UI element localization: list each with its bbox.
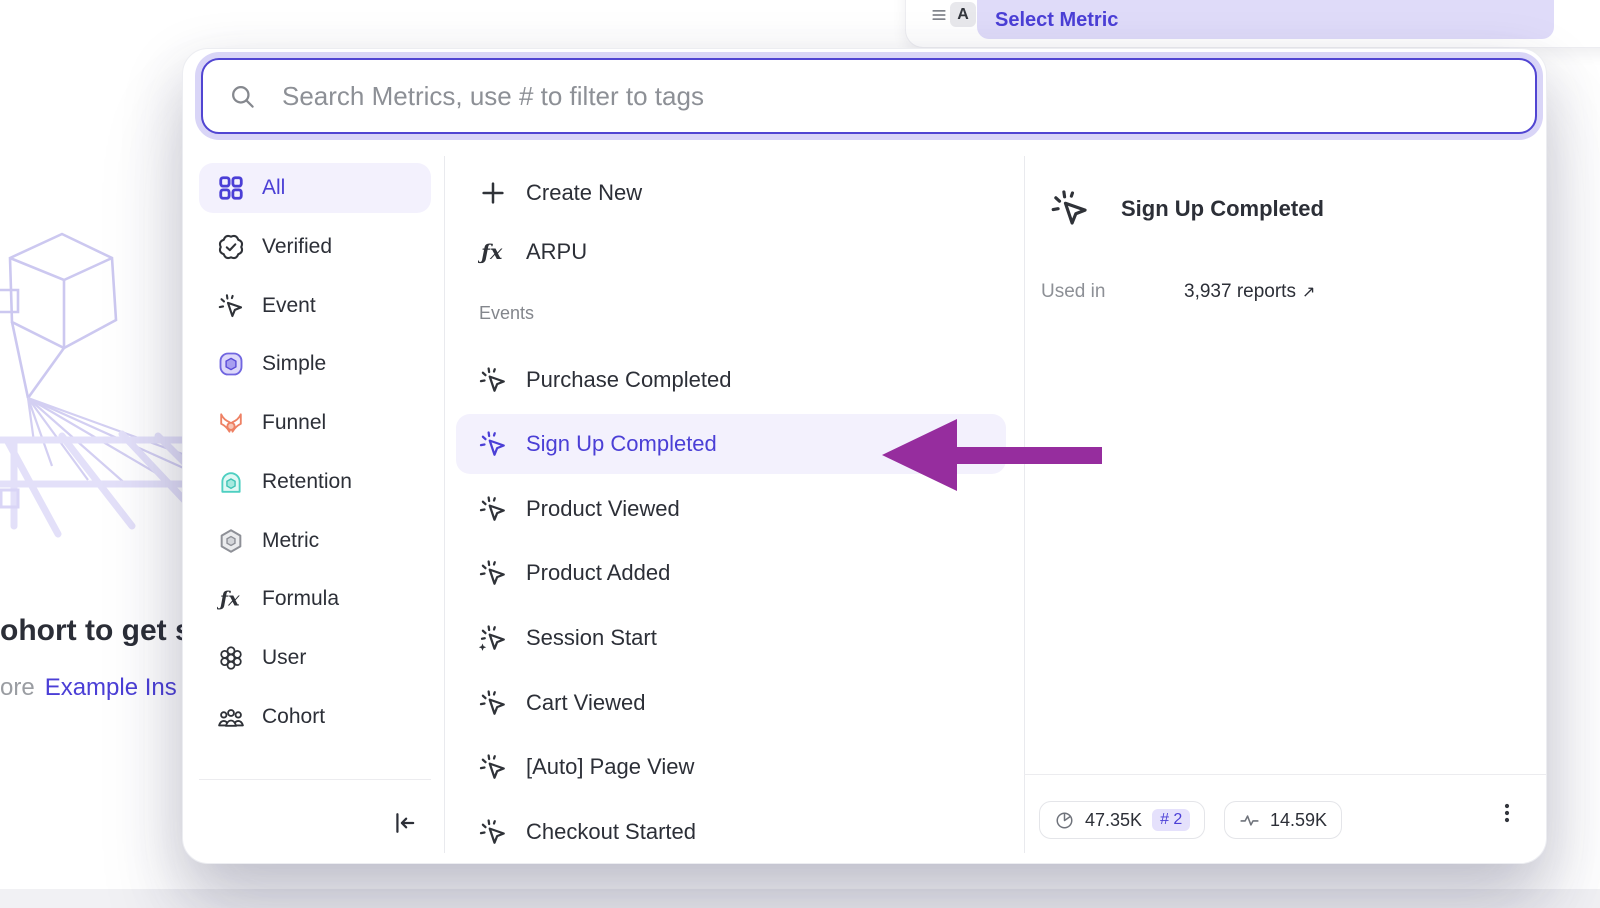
background-link-line: ore Example Ins (0, 674, 177, 702)
stat-pill-total[interactable]: 47.35K # 2 (1039, 801, 1205, 839)
stat-value: 47.35K (1085, 810, 1142, 831)
list-item-session-start[interactable]: Session Start (456, 613, 1006, 663)
metric-hexagon-icon (217, 527, 245, 555)
sidebar-item-label: Event (262, 294, 316, 318)
list-item-purchase-completed[interactable]: Purchase Completed (456, 355, 1006, 405)
screen: ohort to get s ore Example Ins A Select M… (0, 0, 1600, 908)
sidebar-footer-divider (199, 779, 431, 780)
drag-handle-icon[interactable] (929, 5, 949, 25)
event-cursor-icon (478, 817, 508, 847)
metric-picker-dialog: All Verified Event Simple Funnel Retenti… (182, 48, 1547, 864)
event-cursor-icon (478, 558, 508, 588)
stat-value: 14.59K (1270, 810, 1327, 831)
event-cursor-icon (478, 429, 508, 459)
sidebar-item-all[interactable]: All (199, 163, 431, 213)
sidebar-item-label: User (262, 646, 306, 670)
event-cursor-icon (478, 752, 508, 782)
list-item-auto-page-view[interactable]: [Auto] Page View (456, 742, 1006, 792)
retention-icon (217, 468, 245, 496)
detail-footer-divider (1024, 774, 1546, 775)
verified-seal-icon (217, 233, 245, 261)
user-cluster-icon (217, 644, 245, 672)
events-section-label: Events (479, 303, 534, 324)
sidebar-item-label: Retention (262, 470, 352, 494)
sidebar-divider (444, 156, 445, 853)
used-in-reports-link[interactable]: 3,937 reports ↗ (1184, 281, 1315, 303)
formula-fx-icon (478, 237, 508, 267)
event-cursor-icon (478, 688, 508, 718)
sidebar-item-label: All (262, 176, 285, 200)
rank-chip: # 2 (1152, 809, 1190, 831)
sidebar-item-label: Cohort (262, 705, 325, 729)
search-icon (229, 83, 256, 110)
sidebar-item-cohort[interactable]: Cohort (199, 692, 431, 742)
grid-icon (217, 174, 245, 202)
list-item-label: Sign Up Completed (526, 431, 717, 457)
series-letter-badge: A (950, 2, 976, 27)
sidebar-item-metric[interactable]: Metric (199, 516, 431, 566)
list-item-label: Session Start (526, 625, 657, 651)
sidebar-item-label: Verified (262, 235, 332, 259)
search-input[interactable] (280, 80, 1535, 113)
annotation-arrow (870, 403, 1105, 503)
pie-chart-icon (1054, 810, 1075, 831)
sidebar-item-label: Formula (262, 587, 339, 611)
sidebar-item-simple[interactable]: Simple (199, 339, 431, 389)
create-new-button[interactable]: Create New (456, 168, 1006, 218)
list-item-label: Product Added (526, 560, 670, 586)
list-item-label: Purchase Completed (526, 367, 731, 393)
used-in-label: Used in (1041, 281, 1105, 303)
background-heading-fragment: ohort to get s (0, 614, 192, 648)
plus-icon (478, 178, 508, 208)
sidebar-item-label: Simple (262, 352, 326, 376)
list-item-product-added[interactable]: Product Added (456, 548, 1006, 598)
list-item-label: [Auto] Page View (526, 754, 694, 780)
decorative-wireframe-art (0, 228, 190, 543)
funnel-icon (217, 409, 245, 437)
sidebar-item-verified[interactable]: Verified (199, 222, 431, 272)
event-cursor-icon (217, 292, 245, 320)
more-options-icon[interactable] (1495, 799, 1519, 827)
sidebar-item-event[interactable]: Event (199, 281, 431, 331)
detail-title: Sign Up Completed (1121, 196, 1324, 222)
list-item-label: Product Viewed (526, 496, 680, 522)
example-insights-link[interactable]: Example Ins (45, 674, 177, 701)
page-bottom-edge (0, 889, 1600, 908)
collapse-sidebar-icon[interactable] (391, 809, 419, 837)
link-prefix-text: ore (0, 674, 35, 701)
metric-search-box (201, 58, 1537, 134)
external-link-icon: ↗ (1302, 284, 1315, 301)
sidebar-item-formula[interactable]: Formula (199, 574, 431, 624)
sidebar-item-funnel[interactable]: Funnel (199, 398, 431, 448)
detail-divider (1024, 156, 1025, 853)
event-cursor-icon (478, 494, 508, 524)
list-item-cart-viewed[interactable]: Cart Viewed (456, 678, 1006, 728)
metric-query-card: A Select Metric (905, 0, 1600, 48)
cohort-people-icon (217, 703, 245, 731)
sidebar-item-retention[interactable]: Retention (199, 457, 431, 507)
stat-pill-activity[interactable]: 14.59K (1224, 801, 1342, 839)
sidebar-item-label: Funnel (262, 411, 326, 435)
event-cursor-star-icon (478, 623, 508, 653)
list-item-checkout-started[interactable]: Checkout Started (456, 807, 1006, 857)
list-item-arpu[interactable]: ARPU (456, 227, 1006, 277)
sidebar-item-label: Metric (262, 529, 319, 553)
select-metric-button[interactable]: Select Metric (977, 0, 1554, 39)
sidebar-item-user[interactable]: User (199, 633, 431, 683)
event-cursor-icon (1049, 187, 1091, 229)
create-new-label: Create New (526, 180, 642, 206)
list-item-label: Cart Viewed (526, 690, 645, 716)
reports-count: 3,937 reports (1184, 281, 1296, 302)
list-item-label: ARPU (526, 239, 587, 265)
event-cursor-icon (478, 365, 508, 395)
list-item-label: Checkout Started (526, 819, 696, 845)
formula-fx-icon (217, 585, 245, 613)
pulse-icon (1239, 810, 1260, 831)
simple-badge-icon (217, 350, 245, 378)
select-metric-label: Select Metric (995, 9, 1118, 32)
